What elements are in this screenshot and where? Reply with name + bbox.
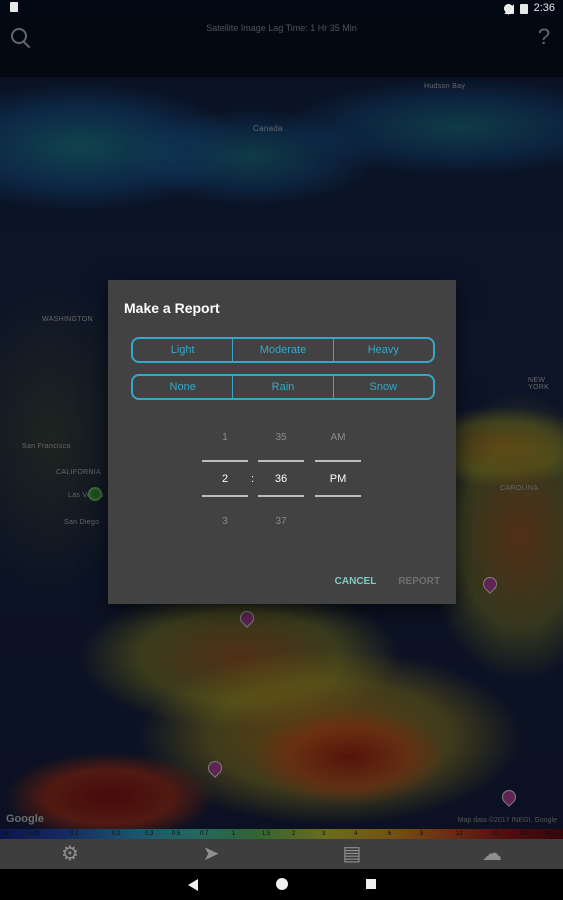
back-icon[interactable]	[188, 879, 198, 891]
type-none[interactable]: None	[133, 376, 232, 398]
intensity-moderate[interactable]: Moderate	[232, 339, 332, 361]
type-snow[interactable]: Snow	[332, 376, 433, 398]
status-time: 2:36	[533, 2, 555, 14]
dialog-actions: CANCEL REPORT	[335, 576, 440, 587]
minute-selected[interactable]: 36	[258, 473, 304, 485]
picker-divider	[202, 460, 248, 462]
map-clock-icon[interactable]: ▤	[340, 842, 364, 866]
system-navigation-bar	[0, 869, 563, 900]
bottom-toolbar: ⚙ ➤ ▤ ☁	[0, 839, 563, 869]
hour-next[interactable]: 3	[202, 516, 248, 527]
battery-icon	[519, 3, 528, 14]
picker-divider	[202, 495, 248, 497]
cancel-button[interactable]: CANCEL	[335, 576, 377, 587]
hour-prev[interactable]: 1	[202, 432, 248, 443]
navigation-icon[interactable]: ➤	[199, 842, 223, 866]
rain-cloud-icon[interactable]: ☁	[480, 842, 504, 866]
picker-divider	[258, 495, 304, 497]
intensity-segmented-control: Light Moderate Heavy	[131, 337, 435, 363]
status-icons: 2:36	[501, 2, 555, 15]
intensity-heavy[interactable]: Heavy	[332, 339, 433, 361]
settings-icon[interactable]: ⚙	[58, 842, 82, 866]
minute-prev[interactable]: 35	[258, 432, 304, 443]
time-separator: :	[251, 473, 255, 485]
type-rain[interactable]: Rain	[232, 376, 332, 398]
make-report-dialog: Make a Report Light Moderate Heavy None …	[108, 280, 456, 604]
intensity-light[interactable]: Light	[133, 339, 232, 361]
precip-type-segmented-control: None Rain Snow	[131, 374, 435, 400]
dialog-title: Make a Report	[124, 300, 220, 316]
picker-divider	[258, 460, 304, 462]
minute-next[interactable]: 37	[258, 516, 304, 527]
hour-selected[interactable]: 2	[202, 473, 248, 485]
ampm-prev[interactable]: AM	[315, 432, 361, 443]
status-bar: 2:36	[0, 0, 563, 17]
home-icon[interactable]	[276, 878, 288, 890]
picker-divider	[315, 460, 361, 462]
picker-divider	[315, 495, 361, 497]
report-button[interactable]: REPORT	[398, 576, 440, 587]
notification-icon	[10, 2, 18, 12]
ampm-selected[interactable]: PM	[315, 473, 361, 485]
recents-icon[interactable]	[366, 879, 376, 889]
